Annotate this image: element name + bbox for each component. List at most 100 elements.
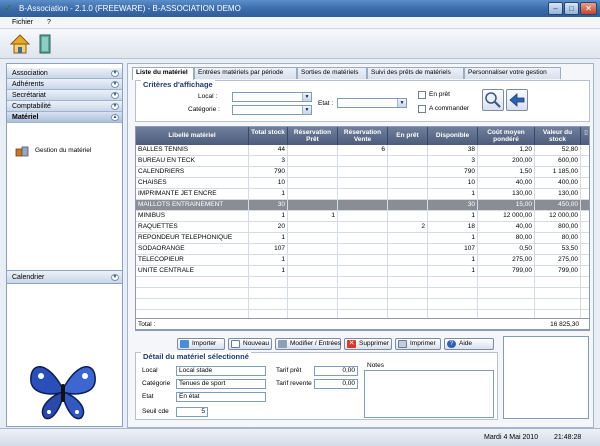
table-cell [249,288,288,299]
importer-button[interactable]: Importer [177,338,225,350]
column-chooser-icon[interactable]: ▯ [581,127,589,145]
table-cell [249,299,288,310]
home-button[interactable] [9,32,31,56]
table-row[interactable]: SODAORANGE 107 107 0,50 53,50 [136,244,589,255]
new-document-icon [231,340,240,348]
en-pret-checkbox[interactable] [418,91,426,99]
table-row[interactable]: CHAISES 10 10 40,00 400,00 [136,178,589,189]
chevron-down-icon: ▼ [111,70,119,77]
notes-textarea[interactable] [364,370,494,418]
sidebar-section-adherents[interactable]: Adhérents ▼ [7,79,122,90]
criteria-panel: Critères d'affichage Local : ▼ Catégorie… [135,80,590,122]
sidebar-section-materiel[interactable]: Matériel ▲ [7,112,122,123]
printer-icon [398,340,407,348]
table-cell: 80,00 [478,233,535,244]
maximize-button[interactable]: □ [564,2,579,15]
table-row[interactable] [136,288,589,299]
supprimer-button[interactable]: ✕ Supprimer [344,338,392,350]
table-row[interactable]: MAILLOTS ENTRAINEMENT 30 30 15,00 450,00 [136,200,589,211]
table-row[interactable]: REPONDEUR TELEPHONIQUE 1 1 80,00 80,00 [136,233,589,244]
table-row[interactable] [136,299,589,310]
nouveau-button[interactable]: Nouveau [228,338,272,350]
table-row[interactable]: BUREAU EN TECK 3 3 200,00 600,00 [136,156,589,167]
col-reservation-pret[interactable]: Réservation Prêt [288,127,338,145]
menu-fichier[interactable]: Fichier [12,18,33,28]
detail-etat-field[interactable]: En état [176,392,266,402]
tab-entrees-materiels[interactable]: Entrées matériels par période [194,67,297,79]
tab-suivi-prets[interactable]: Suivi des prêts de matériels [367,67,464,79]
search-button[interactable] [482,89,504,111]
table-cell [338,222,388,233]
tab-sorties-materiels[interactable]: Sorties de matériels [297,67,367,79]
table-cell [388,200,428,211]
exit-button[interactable] [34,32,56,56]
table-row[interactable]: CALENDRIERS 790 790 1,50 1 185,00 [136,167,589,178]
photo-preview [503,336,589,419]
col-libelle[interactable]: Libellé matériel [136,127,249,145]
table-cell [388,145,428,156]
table-cell: TELECOPIEUR [136,255,249,266]
col-disponible[interactable]: Disponible [428,127,478,145]
tab-personnaliser[interactable]: Personnaliser votre gestion [464,67,561,79]
table-cell [338,299,388,310]
title-bar: ✓ B-Association - 2.1.0 (FREEWARE) - B-A… [0,0,600,17]
total-label: Total : [138,321,156,328]
table-cell: 1 [249,255,288,266]
col-en-pret[interactable]: En prêt [388,127,428,145]
sidebar-section-secretariat[interactable]: Secrétariat ▼ [7,90,122,101]
table-row[interactable]: MINIBUS 1 1 1 12 000,00 12 000,00 [136,211,589,222]
col-total-stock[interactable]: Total stock [249,127,288,145]
table-cell: 18 [428,222,478,233]
table-cell: 1 [249,266,288,277]
table-cell [338,178,388,189]
table-cell: RAQUETTES [136,222,249,233]
status-date: Mardi 4 Mai 2010 [484,434,539,441]
detail-tarif-pret-field[interactable]: 0,00 [314,366,358,376]
table-cell [388,277,428,288]
aide-button[interactable]: ? Aide [444,338,494,350]
detail-seuil-field[interactable]: 5 [176,407,208,417]
table-row[interactable]: RAQUETTES 20 2 18 40,00 800,00 [136,222,589,233]
table-row[interactable]: IMPRIMANTE JET ENCRE 1 1 130,00 130,00 [136,189,589,200]
table-cell: 1 [249,233,288,244]
detail-categorie-field[interactable]: Tenues de sport [176,379,266,389]
reset-button[interactable] [506,89,528,111]
home-icon [9,34,31,54]
menu-help[interactable]: ? [47,18,51,28]
detail-tarif-revente-field[interactable]: 0,00 [314,379,358,389]
table-cell [535,288,581,299]
col-cout-moyen[interactable]: Coût moyen pondéré [478,127,535,145]
col-reservation-vente[interactable]: Réservation Vente [338,127,388,145]
tab-liste-materiel[interactable]: Liste du matériel [132,67,194,80]
local-select[interactable]: ▼ [232,92,312,102]
a-commander-checkbox[interactable] [418,105,426,113]
table-cell: 40,00 [478,222,535,233]
detail-local-field[interactable]: Local stade [176,366,266,376]
table-cell [535,299,581,310]
imprimer-button[interactable]: Imprimer [395,338,441,350]
table-cell: 6 [338,145,388,156]
table-cell [338,156,388,167]
table-header: Libellé matériel Total stock Réservation… [136,127,589,145]
sidebar-section-calendrier[interactable]: Calendrier ▼ [6,270,123,284]
minimize-button[interactable]: – [548,2,563,15]
table-cell: 275,00 [535,255,581,266]
table-cell: 600,00 [535,156,581,167]
table-cell: 3 [249,156,288,167]
table-row[interactable]: TELECOPIEUR 1 1 275,00 275,00 [136,255,589,266]
close-button[interactable]: ✕ [580,2,597,15]
categorie-select[interactable]: ▼ [232,105,312,115]
etat-select[interactable]: ▼ [337,98,407,108]
sidebar-section-comptabilite[interactable]: Comptabilité ▼ [7,101,122,112]
col-valeur-stock[interactable]: Valeur du stock [535,127,581,145]
table-row[interactable]: UNITE CENTRALE 1 1 799,00 799,00 [136,266,589,277]
modifier-entrees-button[interactable]: Modifier / Entrées [275,338,341,350]
table-cell: 0,50 [478,244,535,255]
menu-bar: Fichier ? [0,17,600,29]
table-row[interactable] [136,277,589,288]
table-row[interactable]: BALLES TENNIS 44 6 38 1,20 52,80 [136,145,589,156]
sidebar-item-gestion-materiel[interactable]: Gestion du matériel [15,145,120,157]
sidebar-section-association[interactable]: Association ▼ [7,68,122,79]
table-cell: 130,00 [535,189,581,200]
table-cell: IMPRIMANTE JET ENCRE [136,189,249,200]
